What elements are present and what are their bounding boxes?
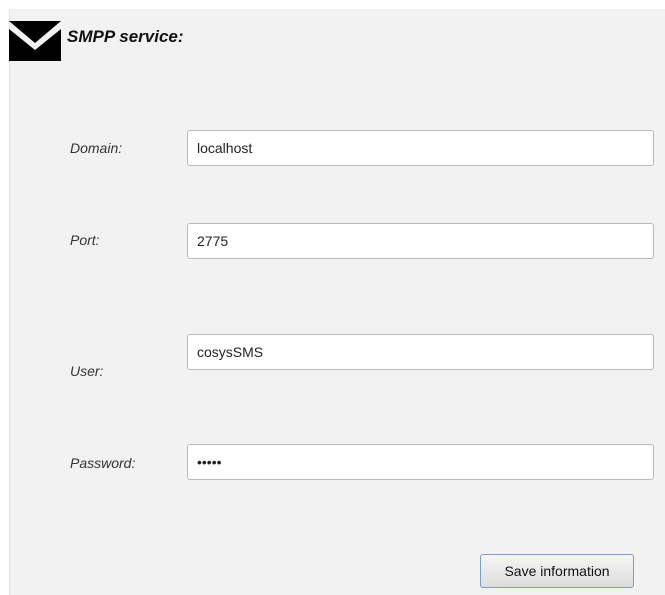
domain-label: Domain: <box>70 140 123 156</box>
port-input[interactable] <box>187 223 654 259</box>
smpp-settings-panel <box>9 9 665 595</box>
user-input[interactable] <box>187 334 654 370</box>
password-label: Password: <box>70 455 136 471</box>
user-label: User: <box>70 363 104 379</box>
domain-input[interactable] <box>187 130 654 166</box>
port-label: Port: <box>70 232 100 248</box>
panel-title: SMPP service: <box>67 27 184 46</box>
mail-icon <box>9 21 61 61</box>
save-information-button[interactable]: Save information <box>480 554 634 588</box>
password-input[interactable] <box>187 444 654 480</box>
